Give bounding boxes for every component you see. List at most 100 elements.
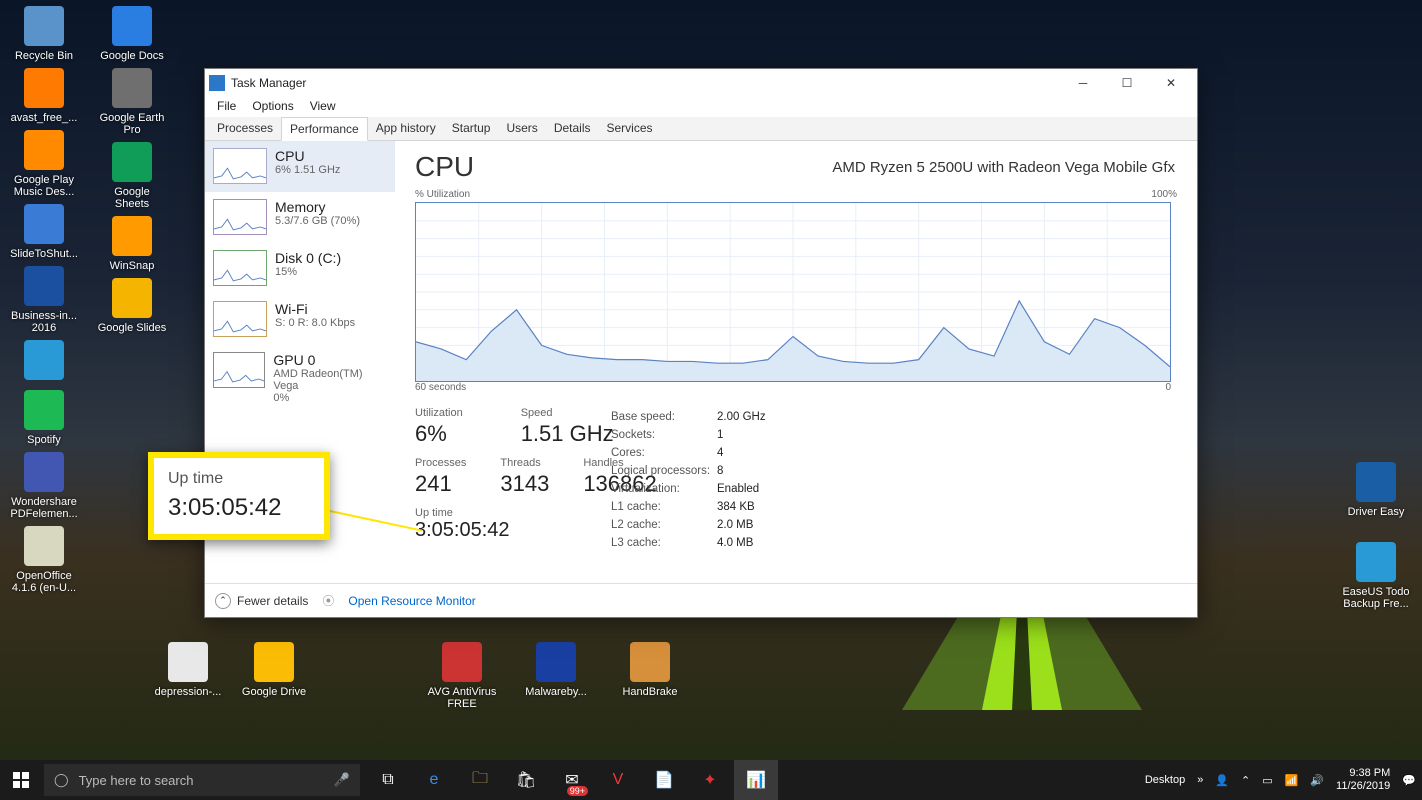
start-button[interactable]	[0, 760, 42, 800]
menu-bar: FileOptionsView	[205, 97, 1197, 117]
desktop-icon-pdfelement[interactable]: Wondershare PDFelemen...	[6, 450, 82, 522]
taskbar: ◯ Type here to search 🎤 ⧉ e 🗀 🛍 ✉99+ V 📄…	[0, 760, 1422, 800]
close-button[interactable]: ✕	[1149, 69, 1193, 97]
battery-icon[interactable]: ▭	[1262, 774, 1272, 787]
store-icon[interactable]: 🛍	[504, 760, 548, 800]
tab-details[interactable]: Details	[546, 117, 599, 140]
perf-main: CPU AMD Ryzen 5 2500U with Radeon Vega M…	[395, 141, 1197, 583]
desktop-icon-easeus[interactable]: EaseUS Todo Backup Fre...	[1338, 540, 1414, 612]
uptime-callout: Up time 3:05:05:42	[148, 452, 330, 540]
app-red-icon[interactable]: ✦	[688, 760, 732, 800]
window-title: Task Manager	[231, 76, 306, 90]
callout-value: 3:05:05:42	[168, 494, 310, 522]
desktop: Recycle Bin avast_free_... Google Play Mus…	[0, 0, 1422, 760]
tray-expand-icon[interactable]: ⌃	[1241, 774, 1250, 787]
icon-label: SlideToShut...	[10, 248, 78, 260]
desktop-icon-googlesheets[interactable]: Google Sheets	[94, 140, 170, 212]
edge-icon[interactable]: e	[412, 760, 456, 800]
cortana-icon: ◯	[54, 772, 69, 788]
tab-strip: ProcessesPerformanceApp historyStartupUs…	[205, 117, 1197, 141]
minimize-button[interactable]: ─	[1061, 69, 1105, 97]
util-value: 6%	[415, 421, 463, 447]
action-center-icon[interactable]: 💬	[1402, 774, 1416, 787]
chart-ymax: 100%	[1151, 189, 1177, 200]
menu-options[interactable]: Options	[246, 97, 299, 117]
tab-services[interactable]: Services	[599, 117, 661, 140]
volume-icon[interactable]: 🔊	[1310, 774, 1324, 787]
desktop-icon-googledrive[interactable]: Google Drive	[236, 640, 312, 700]
desktop-icon-slidetoshut[interactable]: SlideToShut...	[6, 202, 82, 262]
menu-file[interactable]: File	[211, 97, 242, 117]
speed-label: Speed	[521, 407, 614, 419]
icon-label: OpenOffice 4.1.6 (en-U...	[8, 570, 80, 594]
menu-view[interactable]: View	[304, 97, 342, 117]
open-resource-monitor-link[interactable]: Open Resource Monitor	[348, 594, 475, 608]
titlebar[interactable]: Task Manager ─ ☐ ✕	[205, 69, 1197, 97]
task-manager-window: Task Manager ─ ☐ ✕ FileOptionsView Proce…	[204, 68, 1198, 618]
explorer-icon[interactable]: 🗀	[458, 760, 502, 800]
callout-label: Up time	[168, 470, 310, 488]
desktop-icon-business2016[interactable]: Business-in... 2016	[6, 264, 82, 336]
desktop-icon-avast[interactable]: avast_free_...	[6, 66, 82, 126]
thread-value: 3143	[500, 471, 549, 497]
icon-label: WinSnap	[110, 260, 155, 272]
icon-label: AVG AntiVirus FREE	[426, 686, 498, 710]
sidebar-gpu[interactable]: GPU 0AMD Radeon(TM) Vega0%	[205, 345, 395, 412]
taskview-button[interactable]: ⧉	[366, 760, 410, 800]
notepad-icon[interactable]: 📄	[642, 760, 686, 800]
cpu-details: Base speed:2.00 GHzSockets:1Cores:4Logic…	[611, 411, 766, 555]
mic-icon[interactable]: 🎤	[334, 772, 350, 788]
thread-label: Threads	[500, 457, 549, 469]
fewer-details-button[interactable]: ⌃ Fewer details	[215, 593, 308, 609]
chevron-overflow-icon[interactable]: »	[1197, 774, 1203, 786]
sidebar-cpu[interactable]: CPU6% 1.51 GHz	[205, 141, 395, 192]
desktop-icon-gplay-music[interactable]: Google Play Music Des...	[6, 128, 82, 200]
clock[interactable]: 9:38 PM 11/26/2019	[1336, 767, 1390, 793]
desktop-icon-malwarebytes[interactable]: Malwareby...	[518, 640, 594, 712]
sidebar-mem[interactable]: Memory5.3/7.6 GB (70%)	[205, 192, 395, 243]
icon-label: Business-in... 2016	[8, 310, 80, 334]
desktop-icon-gearthpro[interactable]: Google Earth Pro	[94, 66, 170, 138]
footer: ⌃ Fewer details ⦿ Open Resource Monitor	[205, 583, 1197, 617]
desktop-icon-googleslides[interactable]: Google Slides	[94, 276, 170, 336]
icon-label: Wondershare PDFelemen...	[8, 496, 80, 520]
icon-label: HandBrake	[622, 686, 677, 698]
desktop-icon-handbrake[interactable]: HandBrake	[612, 640, 688, 712]
icon-label: Recycle Bin	[15, 50, 73, 62]
tab-performance[interactable]: Performance	[281, 117, 368, 141]
desktop-icon-spotify[interactable]: Spotify	[6, 388, 82, 448]
desktop-label[interactable]: Desktop	[1145, 774, 1185, 786]
search-placeholder: Type here to search	[79, 773, 194, 788]
desktop-icon-drivereasy[interactable]: Driver Easy	[1338, 460, 1414, 520]
search-box[interactable]: ◯ Type here to search 🎤	[44, 764, 360, 796]
vivaldi-icon[interactable]: V	[596, 760, 640, 800]
desktop-icon-avg[interactable]: AVG AntiVirus FREE	[424, 640, 500, 712]
desktop-icon-depression[interactable]: depression-...	[150, 640, 226, 700]
chart-xleft: 60 seconds	[415, 382, 466, 393]
taskmgr-running-icon[interactable]: 📊	[734, 760, 778, 800]
icon-label: avast_free_...	[11, 112, 78, 124]
mail-badge: 99+	[567, 786, 588, 796]
desktop-icon-googledocs[interactable]: Google Docs	[94, 4, 170, 64]
wifi-icon[interactable]: 📶	[1285, 774, 1299, 787]
desktop-icon-openoffice[interactable]: OpenOffice 4.1.6 (en-U...	[6, 524, 82, 596]
icon-label: Driver Easy	[1348, 506, 1405, 518]
chart-ylabel: % Utilization	[415, 189, 470, 200]
icon-label: Google Play Music Des...	[8, 174, 80, 198]
icon-label: Google Docs	[100, 50, 164, 62]
sidebar-wifi[interactable]: Wi-FiS: 0 R: 8.0 Kbps	[205, 294, 395, 345]
desktop-icon-winsnap[interactable]: WinSnap	[94, 214, 170, 274]
desktop-icon-unknown-blue[interactable]	[6, 338, 82, 386]
tab-processes[interactable]: Processes	[209, 117, 281, 140]
sidebar-disk[interactable]: Disk 0 (C:)15%	[205, 243, 395, 294]
tab-users[interactable]: Users	[498, 117, 545, 140]
mail-icon[interactable]: ✉99+	[550, 760, 594, 800]
people-icon[interactable]: 👤	[1215, 774, 1229, 787]
tab-startup[interactable]: Startup	[444, 117, 499, 140]
cpu-model: AMD Ryzen 5 2500U with Radeon Vega Mobil…	[832, 159, 1175, 176]
tab-app-history[interactable]: App history	[368, 117, 444, 140]
maximize-button[interactable]: ☐	[1105, 69, 1149, 97]
chart-xright: 0	[1165, 382, 1171, 393]
desktop-icon-recycle-bin[interactable]: Recycle Bin	[6, 4, 82, 64]
icon-label: EaseUS Todo Backup Fre...	[1340, 586, 1412, 610]
